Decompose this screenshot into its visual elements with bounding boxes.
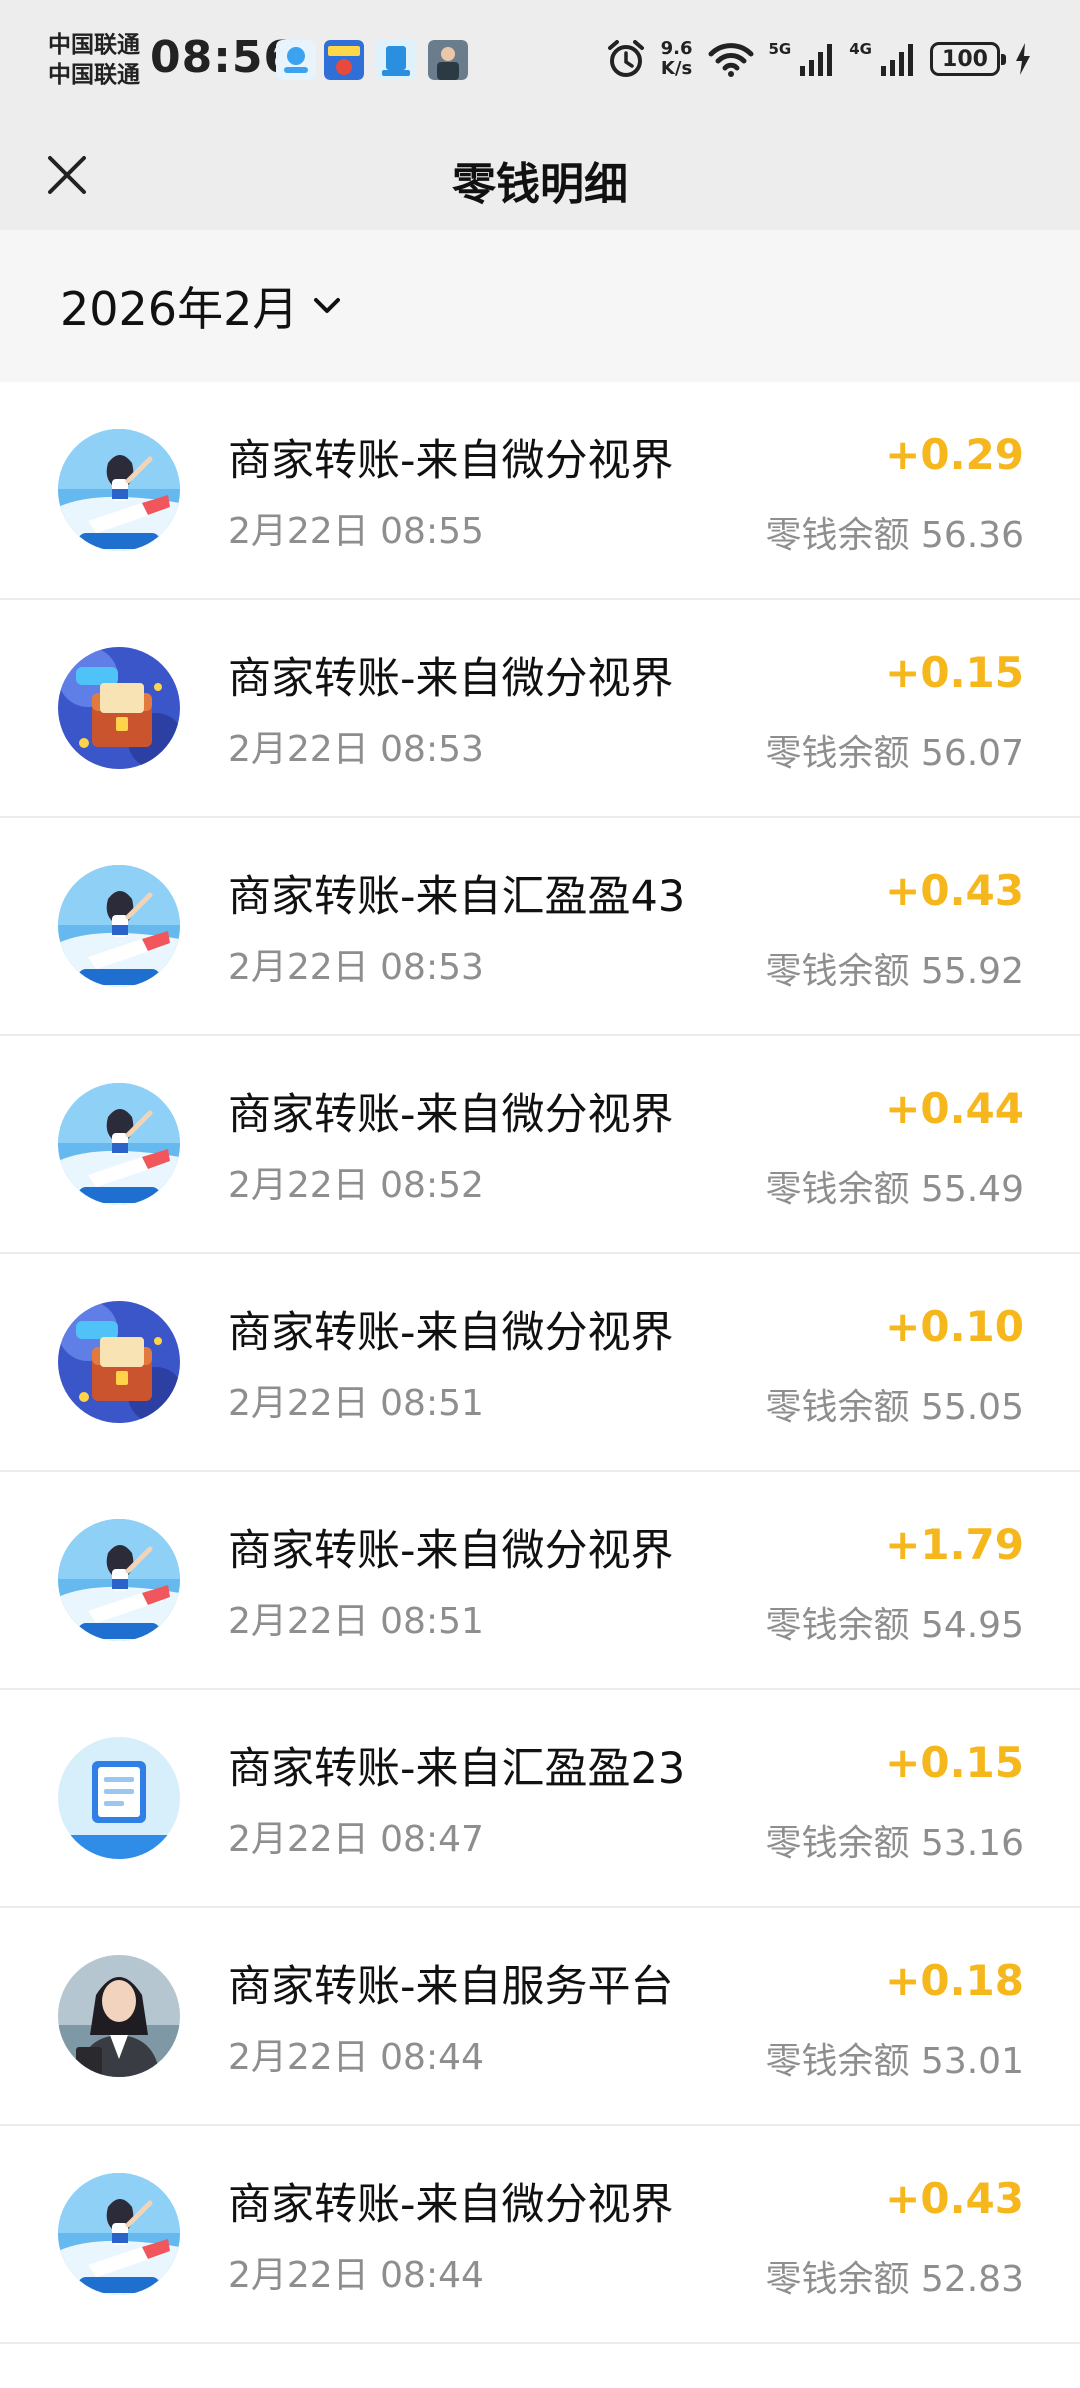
transaction-row[interactable]: 商家转账-来自微分视界 2月22日 08:52 +0.44 零钱余额 55.49 <box>0 1036 1080 1254</box>
transaction-balance: 零钱余额 53.16 <box>765 1823 1024 1864</box>
transaction-amount: +0.43 <box>885 866 1024 915</box>
transaction-time: 2月22日 08:55 <box>228 511 484 552</box>
transaction-title: 商家转账-来自微分视界 <box>228 1526 674 1576</box>
transaction-balance: 零钱余额 56.36 <box>765 515 1024 556</box>
transaction-title: 商家转账-来自微分视界 <box>228 436 674 486</box>
carrier-2: 中国联通 <box>48 62 140 88</box>
transaction-time: 2月22日 08:44 <box>228 2037 484 2078</box>
transaction-amount: +0.44 <box>885 1084 1024 1133</box>
chevron-down-icon <box>314 298 341 313</box>
transaction-title: 商家转账-来自微分视界 <box>228 654 674 704</box>
transaction-row[interactable]: 商家转账-来自微分视界 2月22日 08:44 +0.43 零钱余额 52.83 <box>0 2126 1080 2344</box>
speed-value: 9.6 <box>660 38 693 59</box>
signal-5g-icon <box>800 44 833 76</box>
month-label: 2026年2月 <box>60 282 299 336</box>
transaction-balance: 零钱余额 52.83 <box>765 2259 1024 2300</box>
transaction-title: 商家转账-来自微分视界 <box>228 1090 674 1140</box>
transaction-balance: 零钱余额 53.01 <box>765 2041 1024 2082</box>
transaction-amount: +0.43 <box>885 2174 1024 2223</box>
transaction-title: 商家转账-来自微分视界 <box>228 2180 674 2230</box>
speed-unit: K/s <box>660 58 693 79</box>
qa-girl-avatar-icon <box>58 1519 180 1641</box>
transaction-row[interactable]: 商家转账-来自微分视界 2月22日 08:55 +0.29 零钱余额 56.36 <box>0 382 1080 600</box>
transaction-time: 2月22日 08:53 <box>228 729 484 770</box>
status-time: 08:56 <box>150 32 296 83</box>
transaction-time: 2月22日 08:52 <box>228 1165 484 1206</box>
transaction-amount: +0.10 <box>885 1302 1024 1351</box>
transaction-amount: +0.29 <box>885 430 1024 479</box>
qa-girl-avatar-icon <box>58 1083 180 1205</box>
network-type-4g: 4G <box>849 40 872 58</box>
qa-girl-avatar-icon <box>58 2173 180 2295</box>
transaction-row[interactable]: 商家转账-来自汇盈盈43 2月22日 08:53 +0.43 零钱余额 55.9… <box>0 818 1080 1036</box>
idiom-chest-avatar-icon <box>58 1301 180 1423</box>
transaction-balance: 零钱余额 55.49 <box>765 1169 1024 1210</box>
idiom-chest-avatar-icon <box>58 647 180 769</box>
status-bar: 中国联通 中国联通 08:56 9.6 K/s 5G 4G 100 <box>0 0 1080 120</box>
transaction-title: 商家转账-来自汇盈盈23 <box>228 1744 686 1794</box>
qa-girl-avatar-icon <box>58 865 180 987</box>
transaction-amount: +0.15 <box>885 1738 1024 1787</box>
network-speed: 9.6 K/s <box>661 39 693 79</box>
month-selector[interactable]: 2026年2月 <box>60 276 342 336</box>
wifi-icon <box>708 43 753 77</box>
transaction-time: 2月22日 08:47 <box>228 1819 484 1860</box>
network-type-5g: 5G <box>768 40 792 58</box>
notification-app-icon <box>376 40 416 80</box>
transaction-time: 2月22日 08:53 <box>228 947 484 988</box>
transaction-time: 2月22日 08:51 <box>228 1601 484 1642</box>
book-avatar-icon <box>58 1737 180 1859</box>
transaction-title: 商家转账-来自微分视界 <box>228 1308 674 1358</box>
transaction-row[interactable]: 商家转账-来自微分视界 2月22日 08:51 +1.79 零钱余额 54.95 <box>0 1472 1080 1690</box>
notification-game-icon <box>324 40 364 80</box>
carrier-labels: 中国联通 中国联通 <box>48 30 140 90</box>
transaction-list: 商家转账-来自微分视界 2月22日 08:55 +0.29 零钱余额 56.36… <box>0 382 1080 2344</box>
transaction-balance: 零钱余额 56.07 <box>765 733 1024 774</box>
transaction-balance: 零钱余额 54.95 <box>765 1605 1024 1646</box>
alarm-icon <box>607 40 644 77</box>
transaction-balance: 零钱余额 55.92 <box>765 951 1024 992</box>
carrier-1: 中国联通 <box>48 32 140 58</box>
notification-app-icon <box>276 40 316 80</box>
transaction-row[interactable]: 商家转账-来自微分视界 2月22日 08:51 +0.10 零钱余额 55.05 <box>0 1254 1080 1472</box>
transaction-amount: +1.79 <box>885 1520 1024 1569</box>
transaction-time: 2月22日 08:51 <box>228 1383 484 1424</box>
notification-avatar-icon <box>428 40 468 80</box>
signal-4g-icon <box>881 44 913 76</box>
transaction-title: 商家转账-来自汇盈盈43 <box>228 872 686 922</box>
transaction-row[interactable]: 商家转账-来自汇盈盈23 2月22日 08:47 +0.15 零钱余额 53.1… <box>0 1690 1080 1908</box>
transaction-title: 商家转账-来自服务平台 <box>228 1962 674 2012</box>
business-woman-avatar-icon <box>58 1955 180 2077</box>
transaction-row[interactable]: 商家转账-来自微分视界 2月22日 08:53 +0.15 零钱余额 56.07 <box>0 600 1080 818</box>
transaction-balance: 零钱余额 55.05 <box>765 1387 1024 1428</box>
transaction-amount: +0.15 <box>885 648 1024 697</box>
qa-girl-avatar-icon <box>58 429 180 551</box>
charging-icon <box>1016 43 1030 75</box>
system-icons: 9.6 K/s 5G 4G 100 <box>605 34 1032 84</box>
transaction-time: 2月22日 08:44 <box>228 2255 484 2296</box>
battery-indicator: 100 <box>930 42 1006 76</box>
month-filter-bar: 2026年2月 <box>0 230 1080 382</box>
nav-bar: 零钱明细 <box>0 120 1080 230</box>
transaction-row[interactable]: 商家转账-来自服务平台 2月22日 08:44 +0.18 零钱余额 53.01 <box>0 1908 1080 2126</box>
page-title: 零钱明细 <box>452 159 628 210</box>
transaction-amount: +0.18 <box>885 1956 1024 2005</box>
